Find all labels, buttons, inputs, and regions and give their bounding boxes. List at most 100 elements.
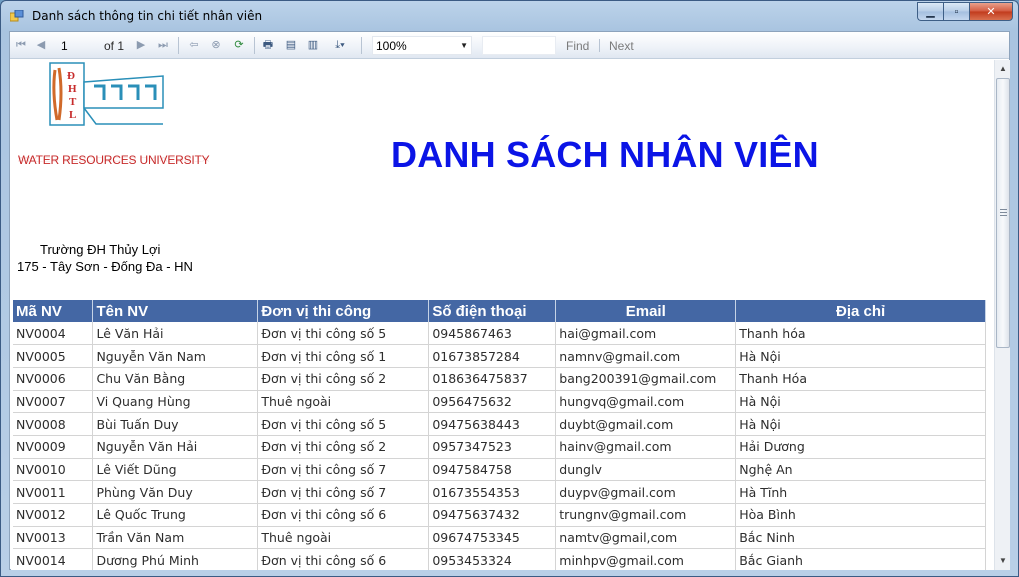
address-line-2: 175 - Tây Sơn - Đống Đa - HN <box>17 259 193 274</box>
column-header-ma-nv[interactable]: Mã NV <box>13 300 94 322</box>
print-icon[interactable]: 🖶 <box>261 38 275 52</box>
find-button[interactable]: Find <box>566 39 589 53</box>
next-button[interactable]: Next <box>609 39 634 53</box>
report-page: Đ H T L WATER RESOURCES UNIVERSITY WATER… <box>11 60 994 570</box>
cell-don-vi: Thuê ngoài <box>257 526 430 550</box>
cell-don-vi: Đơn vị thi công số 5 <box>257 322 430 346</box>
cell-don-vi: Đơn vị thi công số 6 <box>257 503 430 527</box>
scroll-down-icon[interactable]: ▼ <box>995 553 1011 569</box>
close-icon: ✕ <box>986 6 996 18</box>
cell-email: trungnv@gmail.com <box>555 503 737 527</box>
first-page-icon[interactable]: ⏮ <box>14 38 28 52</box>
cell-dia-chi: Hòa Bình <box>735 503 986 527</box>
cell-ten-nv: Phùng Văn Duy <box>92 480 259 504</box>
table-row[interactable]: NV0009 Nguyễn Văn Hải Đơn vị thi công số 2… <box>13 435 986 459</box>
cell-email: duypv@gmail.com <box>555 480 737 504</box>
chevron-down-icon: ▼ <box>460 41 468 50</box>
table-row[interactable]: NV0012 Lê Quốc Trung Đơn vị thi công số 60… <box>13 503 986 527</box>
table-row[interactable]: NV0011 Phùng Văn Duy Đơn vị thi công số 70… <box>13 480 986 504</box>
refresh-icon[interactable]: ⟳ <box>232 38 246 52</box>
column-header-email[interactable]: Email <box>555 300 737 322</box>
cell-ten-nv: Lê Văn Hải <box>92 322 259 346</box>
maximize-button[interactable]: ▫ <box>943 2 969 21</box>
scroll-thumb[interactable] <box>996 78 1010 348</box>
cell-ten-nv: Nguyễn Văn Hải <box>92 435 259 459</box>
print-layout-icon[interactable]: ▤ <box>284 38 298 52</box>
cell-don-vi: Đơn vị thi công số 2 <box>257 435 430 459</box>
page-setup-icon[interactable]: ▥ <box>306 38 320 52</box>
cell-dia-chi: Hà Nội <box>735 390 986 414</box>
maximize-icon: ▫ <box>954 5 959 18</box>
find-input[interactable] <box>482 36 556 55</box>
cell-dia-chi: Hà Nội <box>735 344 986 368</box>
cell-don-vi: Đơn vị thi công số 1 <box>257 344 430 368</box>
stop-icon[interactable]: ⊗ <box>209 38 223 52</box>
cell-ten-nv: Dương Phú Minh <box>92 548 259 570</box>
table-row[interactable]: NV0006 Chu Văn Bằng Đơn vị thi công số 2 01… <box>13 367 986 391</box>
svg-text:T: T <box>69 96 77 108</box>
title-bar[interactable]: Danh sách thông tin chi tiết nhân viên ▁… <box>1 1 1018 31</box>
previous-page-icon[interactable]: ◀ <box>34 38 48 52</box>
table-row[interactable]: NV0010 Lê Viết Dũng Đơn vị thi công số 7 09… <box>13 458 986 482</box>
table-row[interactable]: NV0005 Nguyễn Văn Nam Đơn vị thi công số 1… <box>13 344 986 368</box>
page-count-label: of 1 <box>104 39 125 53</box>
close-button[interactable]: ✕ <box>969 2 1013 21</box>
cell-dia-chi: Hà Tĩnh <box>735 480 986 504</box>
table-row[interactable]: NV0007 Vi Quang Hùng Thuê ngoài 0956475632 h… <box>13 390 986 414</box>
scroll-up-icon[interactable]: ▲ <box>995 61 1011 77</box>
cell-so-dien-thoai: 09674753345 <box>428 526 557 550</box>
cell-ma-nv: NV0011 <box>13 480 94 504</box>
cell-don-vi: Thuê ngoài <box>257 390 430 414</box>
cell-dia-chi: Thanh Hóa <box>735 367 986 391</box>
cell-ten-nv: Lê Quốc Trung <box>92 503 259 527</box>
cell-email: hungvq@gmail.com <box>555 390 737 414</box>
table-row[interactable]: NV0004 Lê Văn Hải Đơn vị thi công số 5 0945… <box>13 322 986 346</box>
cell-ten-nv: Vi Quang Hùng <box>92 390 259 414</box>
cell-ten-nv: Nguyễn Văn Nam <box>92 344 259 368</box>
cell-ma-nv: NV0014 <box>13 548 94 570</box>
column-header-ten-nv[interactable]: Tên NV <box>92 300 259 322</box>
page-number-input[interactable] <box>56 36 100 55</box>
cell-dia-chi: Thanh hóa <box>735 322 986 346</box>
export-icon[interactable]: ⤓▾ <box>329 38 351 52</box>
toolbar-separator <box>178 37 179 54</box>
window-title: Danh sách thông tin chi tiết nhân viên <box>32 9 263 23</box>
column-header-so-dien-thoai[interactable]: Số điện thoại <box>428 300 557 322</box>
svg-text:L: L <box>69 109 76 121</box>
cell-don-vi: Đơn vị thi công số 2 <box>257 367 430 391</box>
zoom-select[interactable]: 100% ▼ <box>372 36 472 55</box>
svg-text:Đ: Đ <box>67 70 75 82</box>
cell-email: minhpv@gmail.com <box>555 548 737 570</box>
table-row[interactable]: NV0008 Bùi Tuấn Duy Đơn vị thi công số 5 09… <box>13 412 986 436</box>
caption-buttons: ▁ ▫ ✕ <box>917 2 1013 21</box>
minimize-button[interactable]: ▁ <box>917 2 943 21</box>
back-icon[interactable]: ⇦ <box>187 38 201 52</box>
cell-dia-chi: Hải Dương <box>735 435 986 459</box>
cell-don-vi: Đơn vị thi công số 7 <box>257 480 430 504</box>
last-page-icon[interactable]: ⏭ <box>156 38 170 52</box>
cell-dia-chi: Bắc Ninh <box>735 526 986 550</box>
cell-don-vi: Đơn vị thi công số 7 <box>257 458 430 482</box>
report-viewer-window: Danh sách thông tin chi tiết nhân viên ▁… <box>0 0 1019 577</box>
cell-so-dien-thoai: 01673554353 <box>428 480 557 504</box>
report-toolbar: ⏮ ◀ of 1 ▶ ⏭ ⇦ ⊗ ⟳ 🖶 ▤ ▥ ⤓▾ 100% ▼ Find … <box>10 32 1009 59</box>
next-page-icon[interactable]: ▶ <box>134 38 148 52</box>
table-row[interactable]: NV0013 Trần Văn Nam Thuê ngoài 09674753345 n… <box>13 526 986 550</box>
cell-email: hai@gmail.com <box>555 322 737 346</box>
cell-ma-nv: NV0012 <box>13 503 94 527</box>
university-name-reflection: WATER RESOURCES UNIVERSITY <box>18 155 210 163</box>
cell-email: dunglv <box>555 458 737 482</box>
cell-dia-chi: Hà Nội <box>735 412 986 436</box>
column-header-dia-chi[interactable]: Địa chỉ <box>735 300 986 322</box>
vertical-scrollbar[interactable]: ▲ ▼ <box>994 60 1010 570</box>
table-row[interactable]: NV0014 Dương Phú Minh Đơn vị thi công số 6… <box>13 548 986 570</box>
report-viewer: ⏮ ◀ of 1 ▶ ⏭ ⇦ ⊗ ⟳ 🖶 ▤ ▥ ⤓▾ 100% ▼ Find … <box>9 31 1010 570</box>
column-header-don-vi[interactable]: Đơn vị thi công <box>257 300 430 322</box>
minimize-icon: ▁ <box>926 6 935 18</box>
cell-email: namtv@gmail,com <box>555 526 737 550</box>
cell-email: namnv@gmail.com <box>555 344 737 368</box>
table-header-row: Mã NV Tên NV Đơn vị thi công Số điện tho… <box>13 300 986 322</box>
table-body: NV0004 Lê Văn Hải Đơn vị thi công số 5 0945… <box>13 322 986 570</box>
svg-text:H: H <box>68 83 77 95</box>
cell-ten-nv: Bùi Tuấn Duy <box>92 412 259 436</box>
